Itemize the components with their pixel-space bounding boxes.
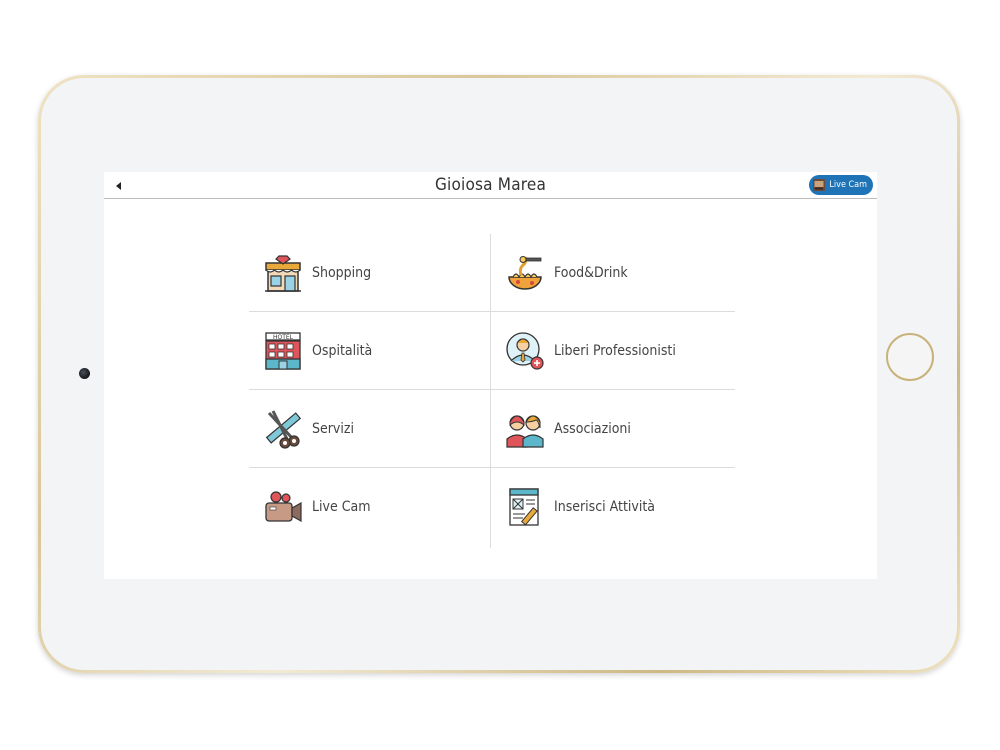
professional-icon	[505, 331, 545, 371]
category-liberi-professionisti[interactable]: Liberi Professionisti	[491, 312, 732, 390]
live-cam-button-label: Live Cam	[829, 180, 867, 190]
category-label: Food&Drink	[554, 265, 628, 281]
form-edit-icon	[505, 487, 545, 527]
grid-row: Live Cam Inserisci Attività	[249, 468, 735, 546]
category-live-cam[interactable]: Live Cam	[249, 468, 490, 546]
category-grid: Shopping Food&Drink HOTEL Ospitalità Lib…	[249, 234, 735, 548]
category-label: Ospitalità	[312, 343, 373, 359]
category-label: Liberi Professionisti	[554, 343, 676, 359]
hotel-icon: HOTEL	[263, 331, 303, 371]
spaghetti-icon	[505, 253, 545, 293]
category-associazioni[interactable]: Associazioni	[491, 390, 732, 468]
svg-text:HOTEL: HOTEL	[273, 334, 294, 341]
category-servizi[interactable]: Servizi	[249, 390, 490, 468]
category-label: Shopping	[312, 265, 372, 281]
live-cam-thumb-icon	[813, 179, 826, 191]
grid-row: HOTEL Ospitalità Liberi Professionisti	[249, 312, 735, 390]
page-title: Gioiosa Marea	[434, 175, 547, 195]
grid-row: Shopping Food&Drink	[249, 234, 735, 312]
storefront-icon	[263, 253, 303, 293]
category-ospitalita[interactable]: HOTEL Ospitalità	[249, 312, 490, 390]
video-camera-icon	[263, 487, 303, 527]
app-screen: Gioiosa Marea Live Cam Shopping Food&Dri…	[104, 172, 877, 579]
front-camera	[79, 368, 90, 379]
grid-row: Servizi Associazioni	[249, 390, 735, 468]
category-inserisci-attivita[interactable]: Inserisci Attività	[491, 468, 732, 546]
category-label: Servizi	[312, 421, 354, 437]
live-cam-button[interactable]: Live Cam	[809, 175, 873, 195]
people-icon	[505, 409, 545, 449]
scissors-comb-icon	[263, 409, 303, 449]
category-food-drink[interactable]: Food&Drink	[491, 234, 732, 312]
category-label: Associazioni	[554, 421, 631, 437]
category-label: Inserisci Attività	[554, 499, 656, 515]
home-button[interactable]	[886, 333, 934, 381]
category-shopping[interactable]: Shopping	[249, 234, 490, 312]
category-label: Live Cam	[312, 499, 371, 515]
app-header: Gioiosa Marea Live Cam	[104, 172, 877, 199]
